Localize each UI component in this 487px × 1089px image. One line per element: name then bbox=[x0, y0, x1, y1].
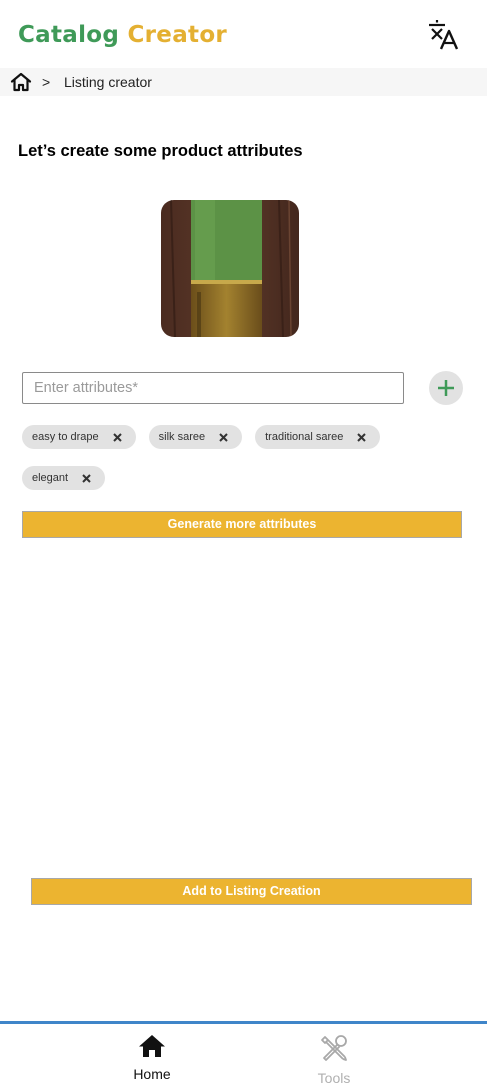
logo-word-catalog: Catalog bbox=[18, 22, 120, 48]
close-icon[interactable] bbox=[357, 432, 367, 442]
breadcrumb: > Listing creator bbox=[0, 68, 487, 96]
bottom-nav: Home Tools bbox=[0, 1021, 487, 1089]
breadcrumb-separator: > bbox=[42, 74, 51, 90]
close-icon[interactable] bbox=[82, 473, 91, 483]
product-image bbox=[161, 200, 299, 337]
attribute-chip: silk saree bbox=[148, 425, 243, 449]
attribute-chip-list: easy to drape silk saree traditional sar… bbox=[22, 425, 467, 490]
breadcrumb-home-link[interactable] bbox=[10, 72, 32, 92]
nav-item-label: Tools bbox=[317, 1070, 351, 1086]
nav-item-home[interactable]: Home bbox=[112, 1034, 192, 1082]
attribute-chip: traditional saree bbox=[255, 425, 381, 449]
add-attribute-button[interactable] bbox=[429, 371, 463, 405]
nav-item-tools[interactable]: Tools bbox=[294, 1034, 374, 1086]
nav-item-label: Home bbox=[133, 1066, 171, 1082]
breadcrumb-current: Listing creator bbox=[64, 74, 152, 90]
attribute-chip-label: easy to drape bbox=[32, 431, 99, 443]
attribute-chip: elegant bbox=[22, 466, 106, 490]
logo-word-creator: Creator bbox=[127, 22, 228, 48]
plus-icon bbox=[438, 380, 454, 396]
generate-attributes-button[interactable]: Generate more attributes bbox=[22, 511, 462, 538]
close-icon[interactable] bbox=[112, 432, 122, 442]
translate-icon bbox=[429, 20, 459, 50]
attribute-chip-label: silk saree bbox=[158, 431, 206, 443]
attribute-chip-label: traditional saree bbox=[265, 431, 344, 443]
attribute-input[interactable] bbox=[22, 372, 404, 404]
page-title: Let’s create some product attributes bbox=[18, 142, 303, 160]
attribute-chip: easy to drape bbox=[22, 425, 136, 449]
app-logo: Catalog Creator bbox=[18, 22, 227, 48]
tools-icon bbox=[321, 1035, 347, 1061]
attribute-chip-label: elegant bbox=[32, 472, 69, 484]
close-icon[interactable] bbox=[219, 432, 228, 442]
add-to-listing-button[interactable]: Add to Listing Creation bbox=[31, 878, 472, 905]
home-outline-icon bbox=[10, 72, 32, 92]
home-icon bbox=[139, 1035, 165, 1057]
translate-button[interactable] bbox=[424, 18, 464, 54]
app-header: Catalog Creator bbox=[0, 0, 487, 68]
